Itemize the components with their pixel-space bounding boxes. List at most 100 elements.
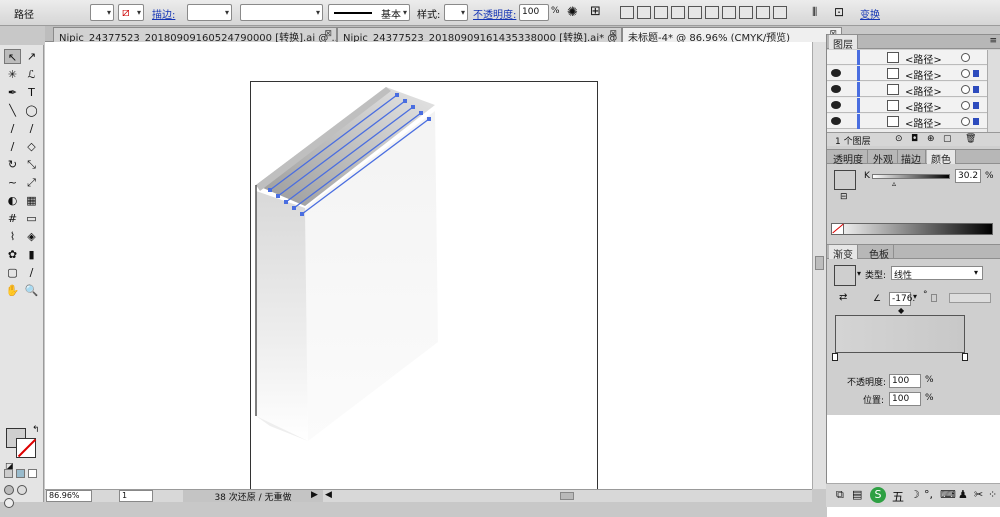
brush-definition[interactable]: 基本 ▾ <box>328 4 410 21</box>
lasso-tool-icon[interactable]: ℒ <box>23 67 40 82</box>
align-top-icon[interactable] <box>671 6 685 19</box>
vertical-scrollbar[interactable] <box>812 42 826 489</box>
type-tool-icon[interactable]: T <box>23 85 40 100</box>
gradient-angle-input[interactable]: -176. <box>889 292 915 306</box>
pen-tool-icon[interactable]: ✒ <box>4 85 21 100</box>
artboard-navigation[interactable]: 1 <box>119 490 153 502</box>
magic-wand-tool-icon[interactable]: ✳ <box>4 67 21 82</box>
symbol-sprayer-tool-icon[interactable]: ✿ <box>4 247 21 262</box>
vertical-scroll-thumb[interactable] <box>815 256 824 270</box>
draw-behind-icon[interactable] <box>17 485 28 495</box>
target-circle-icon[interactable] <box>961 101 970 110</box>
ime-mode-label[interactable]: 五 <box>892 488 904 505</box>
grid-icon[interactable]: ⁘ <box>988 488 997 501</box>
gradient-preset-dropdown-icon[interactable]: ▾ <box>857 269 861 278</box>
color-fill-swatch[interactable] <box>834 170 856 190</box>
angle-dropdown-icon[interactable]: ▾ <box>913 292 917 301</box>
layer-name[interactable]: <路径> <box>905 51 942 66</box>
artwork[interactable] <box>250 81 598 499</box>
layer-row[interactable]: <路径> <box>827 66 987 82</box>
swap-colors-icon[interactable]: ↰ <box>32 425 40 435</box>
tab-swatches[interactable]: 色板 <box>865 245 894 261</box>
gradient-stop-left[interactable] <box>832 353 838 361</box>
anchor-point[interactable] <box>268 188 272 192</box>
artboard-tool-icon[interactable]: ▢ <box>4 265 21 280</box>
selection-square-icon[interactable] <box>973 70 979 77</box>
style-picker[interactable]: ▾ <box>444 4 468 21</box>
close-icon[interactable]: ⊠ <box>609 29 617 39</box>
free-transform-tool-icon[interactable]: ⤢ <box>23 175 40 190</box>
opacity-label[interactable]: 不透明度: <box>473 6 516 23</box>
tab-transparency[interactable]: 透明度 <box>829 150 868 166</box>
align-left-icon[interactable] <box>620 6 634 19</box>
visibility-eye-icon[interactable] <box>831 117 841 125</box>
layer-row[interactable]: <路径> <box>827 82 987 98</box>
direct-selection-tool-icon[interactable]: ↗ <box>23 49 40 64</box>
rotate-tool-icon[interactable]: ↻ <box>4 157 21 172</box>
tab-appearance[interactable]: 外观 <box>869 150 898 166</box>
gradient-stop-right[interactable] <box>962 353 968 361</box>
fill-swatch[interactable]: ▾ <box>90 4 114 21</box>
scale-tool-icon[interactable]: ⤡ <box>23 157 40 172</box>
k-slider[interactable] <box>872 174 950 179</box>
locate-object-icon[interactable]: ⊙ <box>895 134 903 144</box>
midpoint-diamond-icon[interactable]: ◆ <box>898 306 904 315</box>
mesh-tool-icon[interactable]: # <box>4 211 21 226</box>
zoom-tool-icon[interactable]: 🔍 <box>23 283 40 298</box>
horizontal-scroll-thumb[interactable] <box>560 492 574 500</box>
layer-name[interactable]: <路径> <box>905 115 942 130</box>
anchor-point[interactable] <box>427 117 431 121</box>
anchor-point[interactable] <box>395 93 399 97</box>
stop-position-input[interactable]: 100 <box>889 392 921 406</box>
distribute-top-icon[interactable] <box>722 6 736 19</box>
layers-dock-icon[interactable]: ⧉ <box>836 488 844 502</box>
stroke-label[interactable]: 描边: <box>152 6 175 23</box>
opacity-input[interactable]: 100 <box>519 4 549 21</box>
visibility-eye-icon[interactable] <box>831 69 841 77</box>
panel-menu-icon[interactable]: ≡ <box>989 36 997 46</box>
tab-layers[interactable]: 图层 <box>829 35 858 51</box>
target-circle-icon[interactable] <box>961 53 970 62</box>
tab-document-2[interactable]: Nipic_24377523_20180909161435338000 [转换]… <box>337 27 622 42</box>
blob-brush-tool-icon[interactable]: ∕ <box>4 139 21 154</box>
selection-square-icon[interactable] <box>973 86 979 93</box>
tools-icon[interactable]: ✂ <box>974 488 983 501</box>
visibility-eye-icon[interactable] <box>831 85 841 93</box>
distribute-vcenter-icon[interactable] <box>739 6 753 19</box>
align-bottom-icon[interactable] <box>705 6 719 19</box>
isolate-icon[interactable]: ⊡ <box>834 5 844 22</box>
gradient-preview-swatch[interactable] <box>834 265 856 286</box>
anchor-point[interactable] <box>411 105 415 109</box>
target-circle-icon[interactable] <box>961 117 970 126</box>
layers-scrollbar[interactable] <box>987 50 1000 132</box>
layer-name[interactable]: <路径> <box>905 99 942 114</box>
layer-name[interactable]: <路径> <box>905 83 942 98</box>
paintbrush-tool-icon[interactable]: ∕ <box>4 121 21 136</box>
make-clip-mask-icon[interactable]: ◘ <box>911 134 918 144</box>
layer-row[interactable]: <路径> <box>827 50 987 66</box>
selection-square-icon[interactable] <box>973 118 979 125</box>
tab-gradient[interactable]: 渐变 <box>829 245 858 261</box>
anchor-point[interactable] <box>419 111 423 115</box>
zoom-field[interactable]: 86.96% <box>46 490 92 502</box>
recolor-icon[interactable]: ✺ <box>567 5 578 22</box>
selection-tool-icon[interactable]: ↖ <box>4 49 21 64</box>
eraser-tool-icon[interactable]: ◇ <box>23 139 40 154</box>
new-layer-icon[interactable]: ▢ <box>943 134 952 144</box>
color-spectrum-bar[interactable] <box>831 223 993 235</box>
keyboard-icon[interactable]: ⌨ <box>940 488 956 501</box>
line-tool-icon[interactable]: ╲ <box>4 103 21 118</box>
status-menu-icon[interactable]: ▶ <box>311 490 318 500</box>
ime-logo-icon[interactable]: S <box>870 487 886 503</box>
anchor-point[interactable] <box>276 194 280 198</box>
tab-document-1[interactable]: Nipic_24377523_20180909160524790000 [转换]… <box>53 27 337 42</box>
person-icon[interactable]: ♟ <box>958 488 968 501</box>
history-status[interactable]: 38 次还原 / 无重做 <box>183 490 323 503</box>
gradient-tool-icon[interactable]: ▭ <box>23 211 40 226</box>
punctuation-icon[interactable]: °, <box>924 488 933 501</box>
perspective-grid-tool-icon[interactable]: ▦ <box>23 193 40 208</box>
k-slider-thumb[interactable]: ▵ <box>892 179 896 188</box>
anchor-point[interactable] <box>292 206 296 210</box>
gradient-mode-icon[interactable] <box>16 469 26 478</box>
close-icon[interactable]: ⊠ <box>324 29 332 39</box>
